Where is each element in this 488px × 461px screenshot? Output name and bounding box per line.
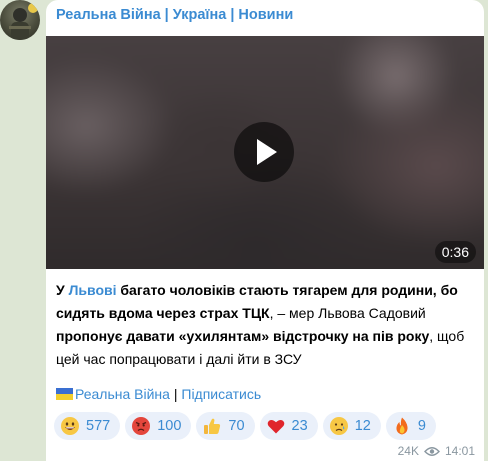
crying-face-icon <box>329 417 348 435</box>
reaction-grinning[interactable]: 577 <box>54 412 121 440</box>
reaction-count: 577 <box>86 418 111 434</box>
reaction-heart[interactable]: 23 <box>259 412 318 440</box>
reaction-thumbs-up[interactable]: 70 <box>196 412 255 440</box>
text-segment: У <box>56 282 69 298</box>
thumbs-up-icon <box>204 418 221 434</box>
subscribe-link[interactable]: Підписатись <box>181 386 261 402</box>
video-thumbnail[interactable]: 0:36 <box>46 36 484 269</box>
message-time: 14:01 <box>444 444 475 458</box>
separator: | <box>173 386 178 402</box>
reaction-angry[interactable]: 100 <box>125 412 192 440</box>
text-segment: пропонує давати «ухилянтам» відстрочку н… <box>56 328 430 344</box>
grinning-face-icon <box>61 417 79 435</box>
reaction-count: 70 <box>228 418 245 434</box>
reaction-crying[interactable]: 12 <box>322 412 381 440</box>
message-text: У Львові багато чоловіків стають тягарем… <box>56 279 476 371</box>
reactions-bar: 577 100 70 23 12 9 <box>54 412 436 440</box>
reaction-fire[interactable]: 9 <box>385 412 436 440</box>
fire-icon <box>396 417 408 435</box>
play-button[interactable] <box>234 122 294 182</box>
ukraine-flag-icon <box>56 388 73 400</box>
lviv-link[interactable]: Львові <box>69 282 117 298</box>
text-segment: , – мер Львова Садовий <box>269 305 426 321</box>
message-bubble: Реальна Війна | Україна | Новини 0:36 У … <box>46 0 484 461</box>
video-duration: 0:36 <box>434 241 476 263</box>
reaction-count: 100 <box>157 418 182 434</box>
channel-avatar[interactable] <box>0 0 40 40</box>
view-count: 24K <box>397 444 419 458</box>
angry-face-icon <box>132 417 151 435</box>
reaction-count: 23 <box>291 418 308 434</box>
eye-icon <box>424 446 440 456</box>
channel-link[interactable]: Реальна Війна <box>75 386 170 402</box>
footer-links: Реальна Війна | Підписатись <box>56 386 261 402</box>
play-icon <box>257 139 277 165</box>
reaction-count: 12 <box>354 418 371 434</box>
red-heart-icon <box>267 420 284 434</box>
message-meta: 24K 14:01 <box>398 444 475 458</box>
channel-title[interactable]: Реальна Війна | Україна | Новини <box>56 7 293 23</box>
reaction-count: 9 <box>417 418 426 434</box>
